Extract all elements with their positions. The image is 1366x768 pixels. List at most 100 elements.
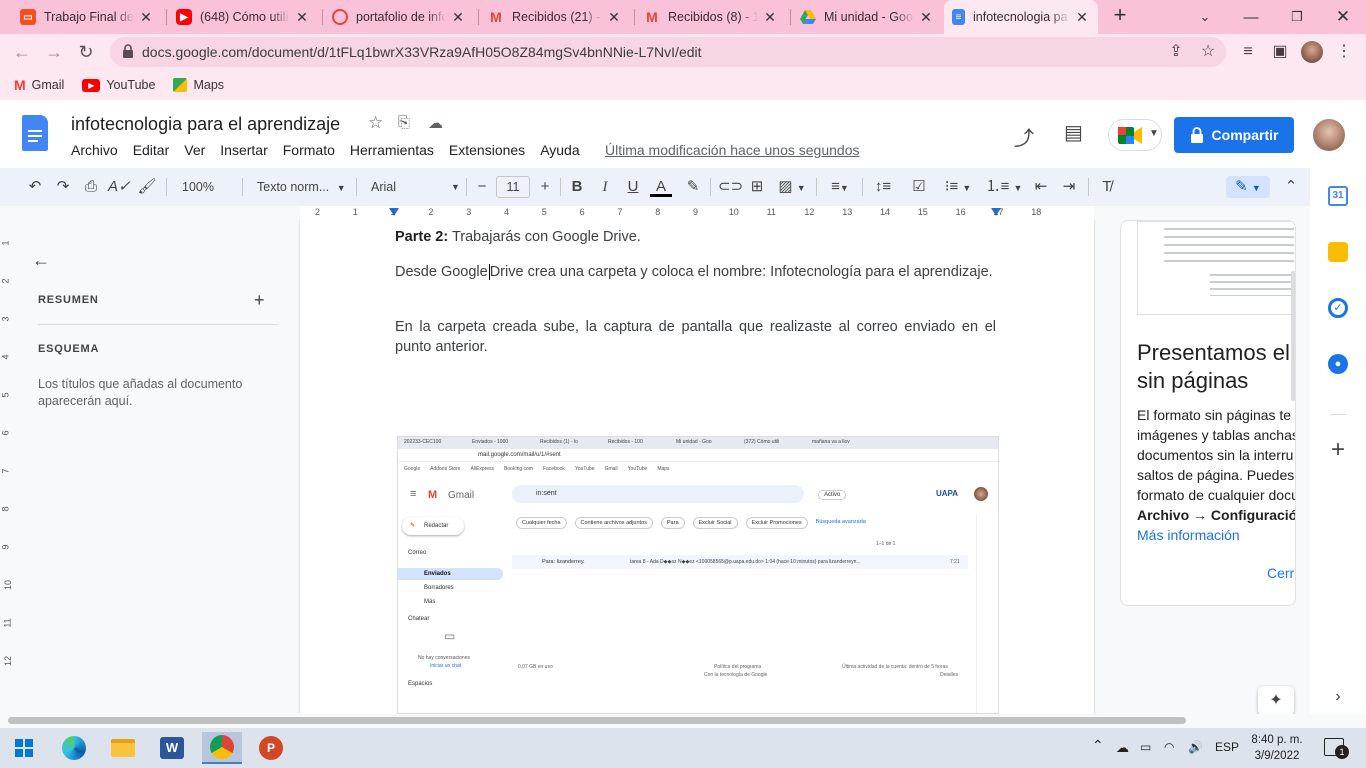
zoom-select[interactable]: 100% ▼	[182, 176, 230, 215]
contacts-icon[interactable]: ●	[1328, 354, 1348, 374]
browser-tab[interactable]: M Recibidos (21) - l ✕	[480, 0, 630, 34]
meet-button[interactable]: ▼	[1108, 119, 1162, 151]
paragraph-3[interactable]: En la carpeta creada sube, la captura de…	[395, 317, 996, 357]
highlight-icon[interactable]: ✎	[682, 176, 704, 198]
tasks-icon[interactable]: ✓	[1328, 298, 1348, 318]
document-title[interactable]: infotecnologia para el aprendizaje	[71, 114, 340, 135]
browser-tab[interactable]: ▭ Trabajo Final de I ✕	[12, 0, 162, 34]
decrease-indent-icon[interactable]: ⇤	[1030, 176, 1052, 198]
share-page-icon[interactable]: ⇪	[1162, 38, 1190, 66]
calendar-icon[interactable]: 31	[1328, 186, 1348, 206]
horizontal-scrollbar[interactable]	[0, 714, 1310, 728]
font-select[interactable]: Arial ▼	[371, 176, 461, 198]
font-size-input[interactable]: 11	[496, 176, 530, 198]
bookmark-youtube[interactable]: ▶ YouTube	[82, 78, 155, 92]
bookmark-star-icon[interactable]: ☆	[1194, 38, 1222, 66]
file-explorer-icon[interactable]	[103, 732, 143, 764]
back-button[interactable]: ←	[8, 38, 36, 66]
close-window-button[interactable]: ✕	[1320, 0, 1366, 34]
browser-tab[interactable]: portafolio de info ✕	[324, 0, 474, 34]
bulleted-list-icon[interactable]: ⁝≡ ▼	[938, 176, 978, 198]
back-arrow-icon[interactable]: ←	[32, 250, 50, 271]
tab-search-button[interactable]: ⌄	[1182, 0, 1228, 34]
undo-icon[interactable]: ↶	[24, 176, 46, 198]
numbered-list-icon[interactable]: ⒈≡ ▼	[984, 176, 1024, 198]
align-icon[interactable]: ≡▼	[824, 176, 856, 198]
menu-formato[interactable]: Formato	[283, 142, 335, 158]
document-page[interactable]: Parte 2: Trabajarás con Google Drive. De…	[300, 220, 1094, 714]
style-select[interactable]: Texto norm... ▼	[257, 176, 349, 198]
show-side-panel-chevron-icon[interactable]: ›	[1328, 688, 1348, 708]
paint-format-icon[interactable]: 🖌	[136, 176, 158, 198]
browser-tab[interactable]: Mi unidad - Goo ✕	[792, 0, 942, 34]
chrome-icon[interactable]	[202, 732, 242, 764]
notifications-icon[interactable]: 1	[1324, 738, 1349, 759]
explore-sparkle-button[interactable]: ✦	[1258, 686, 1294, 714]
close-tab-icon[interactable]: ✕	[762, 9, 778, 26]
onedrive-cloud-icon[interactable]: ☁	[1116, 740, 1129, 756]
activity-trend-icon[interactable]: ⤴	[1014, 122, 1034, 151]
show-hidden-icons-chevron-icon[interactable]: ⌃	[1092, 737, 1104, 754]
text-color-icon[interactable]: A	[650, 176, 672, 197]
menu-ayuda[interactable]: Ayuda	[540, 142, 579, 158]
comments-icon[interactable]: ▤	[1064, 120, 1083, 145]
docs-logo-icon[interactable]	[22, 115, 48, 151]
menu-icon[interactable]: ⋮	[1330, 38, 1358, 66]
bookmark-maps[interactable]: Maps	[173, 78, 224, 92]
add-comment-icon[interactable]: ⊞	[746, 176, 768, 198]
share-button[interactable]: Compartir	[1174, 117, 1294, 153]
close-tab-icon[interactable]: ✕	[918, 9, 934, 26]
paragraph-1[interactable]: Parte 2: Trabajarás con Google Drive.	[395, 227, 996, 247]
close-tab-icon[interactable]: ✕	[294, 9, 310, 26]
more-info-link[interactable]: Más información	[1137, 525, 1295, 545]
close-tab-icon[interactable]: ✕	[450, 9, 466, 26]
underline-icon[interactable]: U	[622, 176, 644, 198]
italic-icon[interactable]: I	[594, 176, 616, 198]
get-addons-icon[interactable]: +	[1328, 438, 1348, 462]
menu-editar[interactable]: Editar	[133, 142, 170, 158]
new-tab-button[interactable]: +	[1108, 4, 1132, 28]
close-tab-icon[interactable]: ✕	[138, 9, 154, 26]
editing-mode-icon[interactable]: ✎ ▼	[1226, 176, 1270, 198]
add-summary-icon[interactable]: +	[254, 290, 265, 311]
close-tab-icon[interactable]: ✕	[1074, 9, 1090, 26]
last-modified-link[interactable]: Última modificación hace unos segundos	[605, 142, 859, 158]
menu-extensiones[interactable]: Extensiones	[449, 142, 525, 158]
menu-ver[interactable]: Ver	[184, 142, 205, 158]
close-tab-icon[interactable]: ✕	[606, 9, 622, 26]
forward-button[interactable]: →	[40, 38, 68, 66]
edge-icon[interactable]	[54, 732, 94, 764]
minimize-button[interactable]: —	[1228, 0, 1274, 34]
volume-icon[interactable]: 🔊	[1188, 740, 1203, 754]
redo-icon[interactable]: ↷	[52, 176, 74, 198]
windows-start-icon[interactable]	[4, 732, 44, 764]
account-avatar[interactable]	[1313, 119, 1345, 151]
collapse-menu-icon[interactable]: ⌃	[1280, 176, 1302, 198]
print-icon[interactable]: ⎙	[80, 176, 102, 198]
embedded-screenshot-image[interactable]: 202233-CEC100 Enviados - 1000 Recibidos …	[397, 436, 999, 714]
clock[interactable]: 8:40 p. m. 3/9/2022	[1246, 732, 1308, 764]
move-folder-icon[interactable]: ⎘	[398, 114, 410, 131]
reload-button[interactable]: ↻	[72, 38, 100, 66]
menu-insertar[interactable]: Insertar	[220, 142, 267, 158]
address-bar[interactable]: docs.google.com/document/d/1tFLq1bwrX33V…	[110, 37, 1226, 67]
menu-archivo[interactable]: Archivo	[71, 142, 118, 158]
bookmark-gmail[interactable]: M Gmail	[14, 77, 64, 93]
checklist-icon[interactable]: ☑	[908, 176, 930, 198]
spellcheck-icon[interactable]: A✓	[108, 176, 131, 198]
menu-herramientas[interactable]: Herramientas	[350, 142, 434, 158]
increase-indent-icon[interactable]: ⇥	[1058, 176, 1080, 198]
browser-tab[interactable]: ▶ (648) Cómo utiliz ✕	[168, 0, 318, 34]
battery-icon[interactable]: ▭	[1140, 740, 1151, 754]
insert-image-icon[interactable]: ▨ ▼	[774, 176, 810, 198]
media-control-icon[interactable]: ≡	[1234, 38, 1262, 66]
powerpoint-icon[interactable]: P	[251, 732, 291, 764]
browser-tab[interactable]: M Recibidos (8) - 10 ✕	[636, 0, 786, 34]
wifi-icon[interactable]: ◠	[1164, 740, 1174, 754]
profile-avatar[interactable]	[1298, 38, 1326, 66]
paragraph-2[interactable]: Desde Google Drive crea una carpeta y col…	[395, 262, 996, 282]
insert-link-icon[interactable]: ⊂⊃	[718, 176, 743, 198]
language-indicator[interactable]: ESP	[1215, 740, 1239, 754]
keep-icon[interactable]	[1328, 242, 1348, 262]
side-panel-icon[interactable]: ▣	[1266, 38, 1294, 66]
